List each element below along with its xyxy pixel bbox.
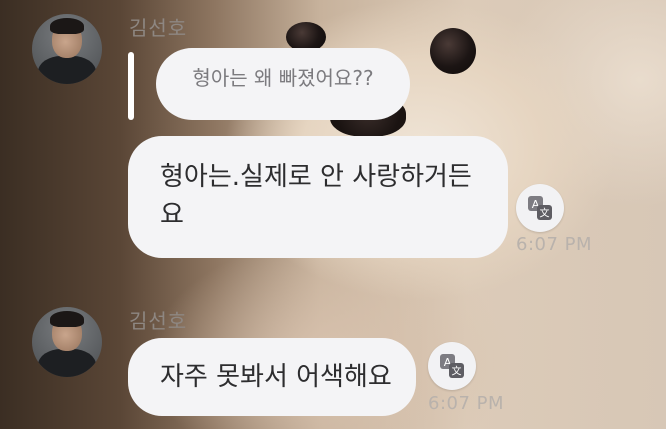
avatar-hair bbox=[50, 18, 84, 34]
message-text-line: 형아는.실제로 안 사랑하거든 bbox=[160, 162, 472, 192]
message-timestamp: 6:07 PM bbox=[516, 234, 593, 255]
message-timestamp: 6:07 PM bbox=[428, 393, 505, 414]
background-photo-eye-right bbox=[430, 28, 476, 74]
chat-screen: 김선호 형아는 왜 빠졌어요?? 형아는.실제로 안 사랑하거든 요 A 文 6… bbox=[0, 0, 666, 429]
avatar[interactable] bbox=[32, 307, 102, 377]
message-text: 자주 못봐서 어색해요 bbox=[160, 362, 392, 392]
translate-icon: A 文 bbox=[528, 196, 552, 220]
translate-button[interactable]: A 文 bbox=[428, 342, 476, 390]
svg-text:文: 文 bbox=[452, 365, 462, 378]
translate-button[interactable]: A 文 bbox=[516, 184, 564, 232]
message-bubble[interactable]: 형아는.실제로 안 사랑하거든 요 bbox=[128, 136, 508, 258]
avatar-hair bbox=[50, 311, 84, 327]
message-bubble[interactable]: 자주 못봐서 어색해요 bbox=[128, 338, 416, 416]
reply-quote[interactable]: 형아는 왜 빠졌어요?? bbox=[156, 48, 410, 120]
avatar[interactable] bbox=[32, 14, 102, 84]
sender-name: 김선호 bbox=[129, 309, 188, 333]
avatar-body bbox=[38, 349, 96, 377]
translate-icon: A 文 bbox=[440, 354, 464, 378]
avatar-body bbox=[38, 56, 96, 84]
svg-text:文: 文 bbox=[540, 207, 550, 220]
sender-name: 김선호 bbox=[129, 16, 188, 40]
message-text-line: 요 bbox=[160, 200, 184, 230]
reply-indicator-bar bbox=[128, 52, 134, 120]
